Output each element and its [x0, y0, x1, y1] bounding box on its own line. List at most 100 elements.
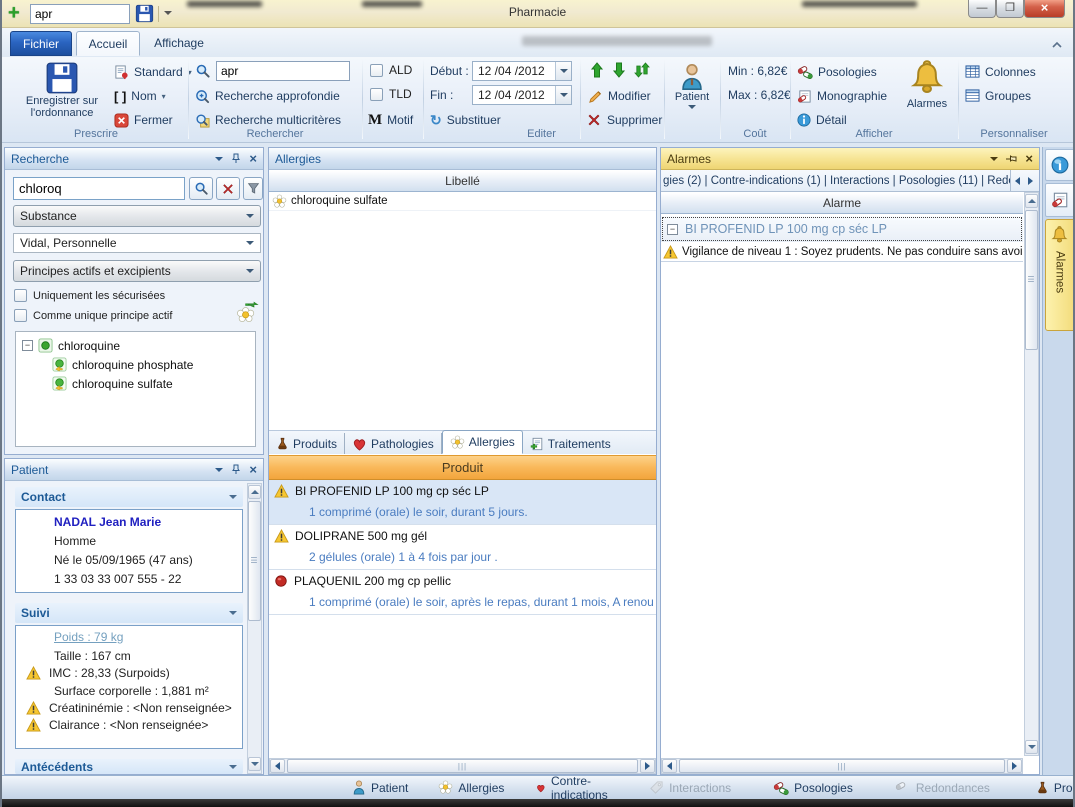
pin-icon[interactable] [231, 153, 241, 164]
contact-section-header[interactable]: Contact [15, 487, 243, 507]
groupes-button[interactable]: Groupes [965, 86, 1031, 106]
poids-link[interactable]: Poids : 79 kg [54, 630, 123, 644]
scroll-thumb[interactable]: ||| [679, 759, 1005, 773]
tree-node-child[interactable]: chloroquine phosphate [16, 355, 255, 374]
monographie-dock-button[interactable] [1045, 183, 1074, 217]
alarm-alert-row[interactable]: Vigilance de niveau 1 : Soyez prudents. … [661, 242, 1023, 262]
scroll-thumb[interactable]: ☰ [1025, 210, 1038, 350]
debut-dropdown-icon[interactable] [555, 62, 571, 80]
ribbon-search-input[interactable] [216, 61, 350, 81]
substance-combo[interactable]: Substance [13, 205, 261, 227]
arrow-up-icon[interactable] [590, 62, 604, 78]
alarmes-button[interactable]: Alarmes [900, 59, 954, 129]
produit-column-header[interactable]: Produit [269, 455, 656, 480]
tab-traitements[interactable]: Traitements [523, 433, 618, 454]
scroll-left-button[interactable] [662, 759, 677, 773]
pin-horizontal-icon[interactable] [1006, 154, 1017, 164]
status-produits[interactable]: Produits [1036, 781, 1075, 795]
save-ordonnance-button[interactable]: Enregistrer sur l'ordonnance [14, 60, 110, 126]
scroll-down-button[interactable] [1025, 740, 1038, 754]
fin-datebox[interactable]: 12 /04 /2012 [472, 85, 572, 105]
scroll-thumb[interactable]: ||| [287, 759, 638, 773]
maximize-button[interactable]: ❐ [996, 0, 1024, 18]
arrow-up-down-icon[interactable] [634, 62, 650, 78]
tree-node-root[interactable]: − chloroquine [16, 336, 255, 355]
recherche-multicriteres-button[interactable]: Recherche multicritères [195, 110, 341, 130]
substance-search-input[interactable] [13, 177, 185, 200]
scroll-down-button[interactable] [248, 757, 261, 771]
collapse-ribbon-button[interactable] [1050, 40, 1064, 50]
poids-row[interactable]: Poids : 79 kg [16, 626, 242, 644]
pin-icon[interactable] [231, 464, 241, 475]
alarm-tabs-text[interactable]: gies (2) | Contre-indications (1) | Inte… [663, 175, 1010, 187]
panel-close-icon[interactable]: × [1025, 153, 1033, 165]
monographie-button[interactable]: Monographie [797, 86, 887, 106]
patient-scrollbar[interactable]: ☰ [247, 483, 262, 774]
principe-actif-checkbox[interactable] [14, 309, 27, 322]
debut-datebox[interactable]: 12 /04 /2012 [472, 61, 572, 81]
tld-checkbox-row[interactable]: TLD [370, 87, 412, 101]
antecedents-section-header[interactable]: Antécédents [15, 759, 243, 774]
securisees-checkbox[interactable] [14, 289, 27, 302]
scroll-up-button[interactable] [1025, 194, 1038, 208]
add-allergy-button[interactable] [236, 301, 260, 325]
detail-button[interactable]: Détail [797, 110, 847, 130]
supprimer-button[interactable]: Supprimer [586, 110, 662, 130]
tab-pathologies[interactable]: Pathologies [345, 433, 442, 454]
alarm-group-row[interactable]: − BI PROFENID LP 100 mg cp séc LP [661, 216, 1023, 242]
alarms-vscrollbar[interactable]: ☰ [1024, 192, 1039, 756]
scroll-left-button[interactable] [270, 759, 285, 773]
product-row[interactable]: DOLIPRANE 500 mg gél 2 gélules (orale) 1… [269, 525, 656, 570]
status-interactions[interactable]: Interactions [649, 780, 731, 795]
libelle-column-header[interactable]: Libellé [269, 170, 656, 192]
nom-button[interactable]: [ ] Nom▾ [114, 86, 166, 106]
close-button[interactable]: × [1024, 0, 1065, 18]
tab-produits[interactable]: Produits [269, 433, 345, 454]
minimize-button[interactable]: — [968, 0, 996, 18]
status-allergies[interactable]: Allergies [438, 780, 504, 795]
search-go-button[interactable] [189, 177, 213, 200]
product-row-selected[interactable]: BI PROFENID LP 100 mg cp séc LP 1 compri… [269, 480, 656, 525]
principes-combo[interactable]: Principes actifs et excipients [13, 260, 261, 282]
arrow-down-icon[interactable] [612, 62, 626, 78]
allergy-row[interactable]: chloroquine sulfate [269, 192, 656, 211]
tab-allergies[interactable]: Allergies [442, 430, 523, 454]
fin-dropdown-icon[interactable] [555, 86, 571, 104]
referentiel-combo[interactable]: Vidal, Personnelle [13, 233, 261, 253]
group-collapse-icon[interactable]: − [667, 224, 678, 235]
scroll-right-button[interactable] [1007, 759, 1022, 773]
panel-close-icon[interactable]: × [249, 153, 257, 165]
panel-close-icon[interactable]: × [249, 464, 257, 476]
panel-menu-icon[interactable] [990, 157, 998, 161]
ald-checkbox-row[interactable]: ALD [370, 63, 412, 77]
status-contre-indications[interactable]: Contre-indications [536, 774, 613, 802]
tabs-scroll-left-icon[interactable] [1015, 177, 1020, 185]
status-posologies[interactable]: Posologies [773, 780, 853, 796]
alarme-column-header[interactable]: Alarme [661, 192, 1023, 214]
tab-accueil[interactable]: Accueil [76, 31, 140, 56]
modifier-button[interactable]: Modifier [588, 86, 651, 106]
alarmes-dock-tab[interactable]: Alarmes [1045, 219, 1074, 331]
search-clear-button[interactable] [216, 177, 240, 200]
tree-collapse-icon[interactable]: − [22, 340, 33, 351]
motif-button[interactable]: M Motif [368, 110, 413, 130]
detail-dock-button[interactable] [1045, 149, 1074, 181]
tab-affichage[interactable]: Affichage [144, 31, 214, 56]
ald-checkbox[interactable] [370, 64, 383, 77]
prescription-hscrollbar[interactable]: ||| [269, 758, 656, 774]
substituer-button[interactable]: ↻ Substituer [430, 110, 501, 130]
colonnes-button[interactable]: Colonnes [965, 62, 1036, 82]
alarm-category-tabs[interactable]: gies (2) | Contre-indications (1) | Inte… [661, 170, 1039, 192]
tree-node-child[interactable]: chloroquine sulfate [16, 374, 255, 393]
tab-fichier[interactable]: Fichier [10, 31, 72, 56]
recherche-approfondie-button[interactable]: Recherche approfondie [195, 86, 340, 106]
scroll-right-button[interactable] [640, 759, 655, 773]
standard-button[interactable]: Standard▾ [114, 62, 192, 82]
fermer-button[interactable]: Fermer [114, 110, 173, 130]
tld-checkbox[interactable] [370, 88, 383, 101]
status-redondances[interactable]: Redondances [895, 780, 990, 796]
posologies-button[interactable]: Posologies [797, 62, 877, 82]
patient-button[interactable]: Patient [669, 60, 715, 128]
filter-button[interactable] [243, 177, 263, 200]
panel-menu-icon[interactable] [215, 468, 223, 472]
